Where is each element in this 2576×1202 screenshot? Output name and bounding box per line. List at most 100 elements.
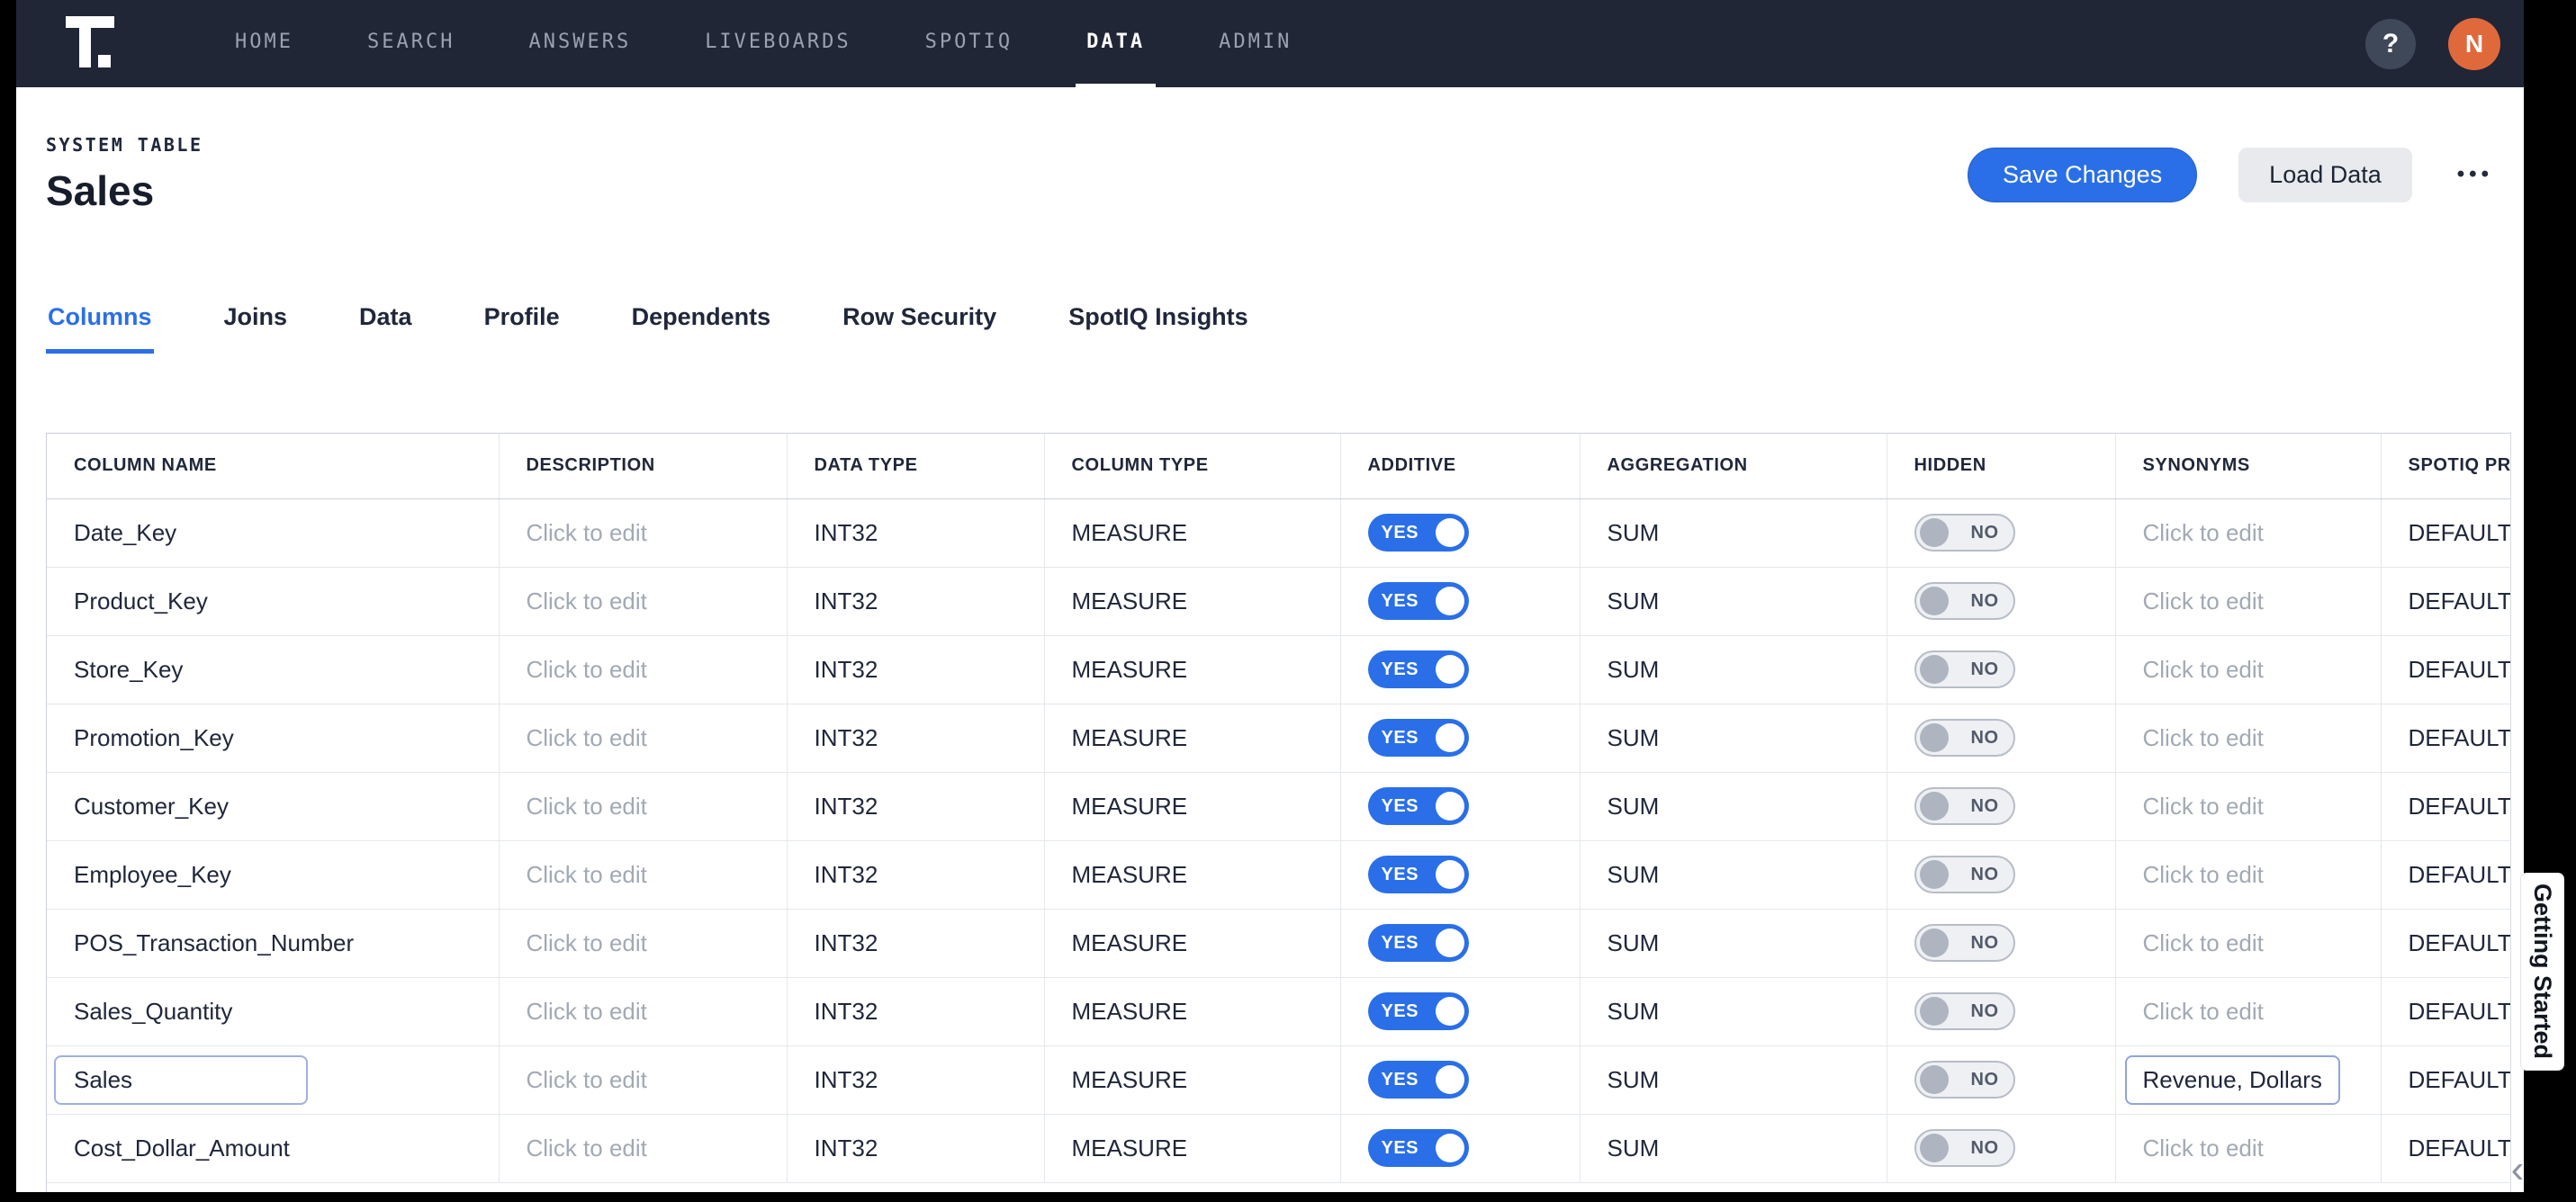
nav-item-liveboards[interactable]: LIVEBOARDS [694,0,861,87]
cell-synonyms[interactable]: Click to edit [2115,772,2382,841]
tab-columns[interactable]: Columns [46,303,154,354]
additive-toggle[interactable]: YES [1367,787,1469,825]
cell-column-type[interactable]: MEASURE [1044,498,1341,568]
nav-item-admin[interactable]: ADMIN [1208,0,1302,87]
hidden-toggle[interactable]: NO [1914,650,2015,688]
cell-synonyms[interactable]: Click to edit [2115,977,2382,1046]
nav-item-spotiq[interactable]: SPOTIQ [914,0,1023,87]
cell-description[interactable]: Click to edit [499,840,788,910]
load-data-button[interactable]: Load Data [2238,147,2412,202]
cell-column-type[interactable]: MEASURE [1044,704,1341,773]
nav-item-data[interactable]: DATA [1076,0,1157,87]
cell-column-type[interactable]: MEASURE [1044,977,1341,1046]
vertical-scrollbar[interactable] [2510,432,2524,1192]
cell-spotiq-preference[interactable]: DEFAULT [2381,567,2510,636]
cell-column-name[interactable]: Customer_Key [47,772,500,841]
cell-column-type[interactable]: MEASURE [1044,567,1341,636]
cell-aggregation[interactable]: SUM [1580,498,1887,568]
cell-synonyms[interactable]: Click to edit [2115,840,2382,910]
cell-column-name[interactable]: Date_Key [47,498,500,568]
tab-profile[interactable]: Profile [482,303,562,354]
cell-aggregation[interactable]: SUM [1580,840,1887,910]
cell-spotiq-preference[interactable]: DEFAULT [2381,1045,2510,1115]
additive-toggle[interactable]: YES [1367,719,1469,757]
cell-description[interactable]: Click to edit [499,567,788,636]
additive-toggle[interactable]: YES [1367,924,1469,962]
cell-synonyms[interactable]: Click to edit [2115,567,2382,636]
cell-column-name[interactable]: Cost_Dollar_Amount [47,1114,500,1183]
cell-spotiq-preference[interactable]: DEFAULT [2381,909,2510,978]
cell-column-type[interactable]: MEASURE [1044,772,1341,841]
additive-toggle[interactable]: YES [1367,1061,1469,1099]
cell-spotiq-preference[interactable]: DEFAULT [2381,977,2510,1046]
user-avatar[interactable]: N [2448,17,2500,70]
cell-description[interactable]: Click to edit [499,977,788,1046]
cell-column-name[interactable]: Promotion_Key [47,704,500,773]
additive-toggle[interactable]: YES [1367,514,1469,552]
cell-aggregation[interactable]: SUM [1580,704,1887,773]
collapse-panel-chevron-icon[interactable]: ‹ [2504,1150,2531,1189]
cell-spotiq-preference[interactable]: DEFAULT [2381,635,2510,704]
more-options-button[interactable]: ••• [2454,153,2497,196]
thoughtspot-logo-icon[interactable] [66,15,120,72]
additive-toggle[interactable]: YES [1367,650,1469,688]
cell-column-name[interactable]: Product_Key [47,567,500,636]
hidden-toggle[interactable]: NO [1914,719,2015,757]
hidden-toggle[interactable]: NO [1914,924,2015,962]
cell-description[interactable]: Click to edit [499,704,788,773]
cell-description[interactable]: Click to edit [499,635,788,704]
cell-synonyms[interactable]: Click to edit [2115,909,2382,978]
additive-toggle[interactable]: YES [1367,856,1469,893]
help-button[interactable]: ? [2365,18,2416,69]
additive-toggle[interactable]: YES [1367,582,1469,620]
nav-item-search[interactable]: SEARCH [356,0,465,87]
cell-description[interactable]: Click to edit [499,772,788,841]
cell-aggregation[interactable]: SUM [1580,909,1887,978]
hidden-toggle[interactable]: NO [1914,856,2015,893]
additive-toggle[interactable]: YES [1367,992,1469,1030]
cell-column-name[interactable]: Store_Key [47,635,500,704]
cell-synonyms[interactable]: Click to edit [2115,1114,2382,1183]
cell-aggregation[interactable]: SUM [1580,567,1887,636]
cell-description[interactable]: Click to edit [499,909,788,978]
additive-toggle[interactable]: YES [1367,1129,1469,1167]
cell-synonyms[interactable]: Click to edit [2115,498,2382,568]
cell-column-type[interactable]: MEASURE [1044,1045,1341,1115]
cell-synonyms[interactable]: Revenue, Dollars [2115,1045,2382,1115]
cell-description[interactable]: Click to edit [499,498,788,568]
cell-aggregation[interactable]: SUM [1580,772,1887,841]
cell-spotiq-preference[interactable]: DEFAULT [2381,498,2510,568]
getting-started-tab[interactable]: Getting Started [2521,874,2563,1070]
cell-column-name[interactable]: POS_Transaction_Number [47,909,500,978]
cell-synonyms[interactable]: Click to edit [2115,635,2382,704]
cell-column-name[interactable]: Employee_Key [47,840,500,910]
hidden-toggle[interactable]: NO [1914,787,2015,825]
tab-joins[interactable]: Joins [222,303,290,354]
tab-data[interactable]: Data [357,303,414,354]
cell-description[interactable]: Click to edit [499,1114,788,1183]
hidden-toggle[interactable]: NO [1914,1061,2015,1099]
cell-spotiq-preference[interactable]: DEFAULT [2381,772,2510,841]
cell-column-name[interactable]: Sales_Quantity [47,977,500,1046]
cell-spotiq-preference[interactable]: DEFAULT [2381,840,2510,910]
cell-aggregation[interactable]: SUM [1580,1114,1887,1183]
nav-item-answers[interactable]: ANSWERS [518,0,642,87]
nav-item-home[interactable]: HOME [224,0,304,87]
tab-spotiq-insights[interactable]: SpotIQ Insights [1067,303,1250,354]
cell-column-type[interactable]: MEASURE [1044,1114,1341,1183]
hidden-toggle[interactable]: NO [1914,992,2015,1030]
cell-description[interactable]: Click to edit [499,1045,788,1115]
cell-synonyms[interactable]: Click to edit [2115,704,2382,773]
hidden-toggle[interactable]: NO [1914,582,2015,620]
hidden-toggle[interactable]: NO [1914,514,2015,552]
cell-aggregation[interactable]: SUM [1580,635,1887,704]
cell-column-type[interactable]: MEASURE [1044,840,1341,910]
cell-spotiq-preference[interactable]: DEFAULT [2381,1114,2510,1183]
cell-aggregation[interactable]: SUM [1580,977,1887,1046]
save-changes-button[interactable]: Save Changes [1968,147,2198,202]
tab-dependents[interactable]: Dependents [630,303,773,354]
cell-column-type[interactable]: MEASURE [1044,635,1341,704]
tab-row-security[interactable]: Row Security [841,303,998,354]
cell-column-type[interactable]: MEASURE [1044,909,1341,978]
cell-column-name[interactable]: Sales [47,1045,500,1115]
